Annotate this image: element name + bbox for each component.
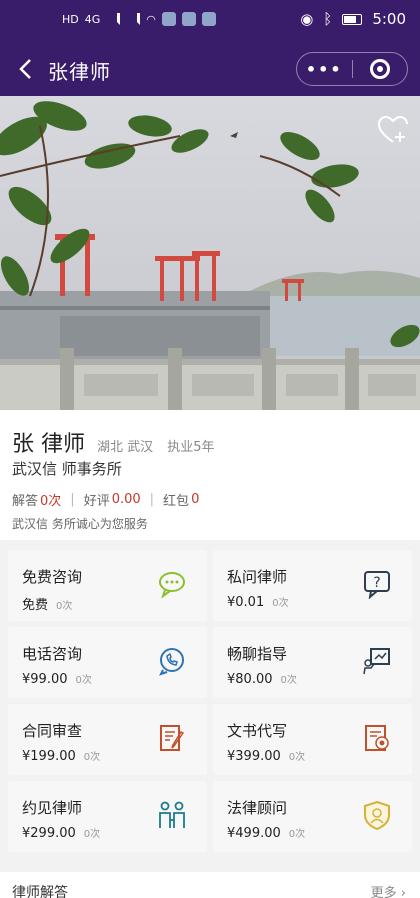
guidance-board-icon (363, 648, 390, 675)
service-title: 法律顾问 (227, 799, 288, 817)
location: 湖北 武汉 (97, 440, 154, 455)
service-price: ¥0.01 0次 (227, 594, 289, 610)
rating-value: 0.00 (111, 492, 141, 507)
service-title: 约见律师 (22, 799, 83, 817)
rating-label: 好评 (83, 494, 110, 509)
service-price: ¥399.00 0次 (227, 748, 305, 764)
hd-label: HD (62, 12, 79, 26)
signal-icon (126, 13, 141, 25)
service-count: 0次 (280, 675, 297, 686)
mini-program-capsule: ••• (296, 52, 408, 86)
price-value: ¥499.00 (227, 826, 281, 841)
service-price: ¥199.00 0次 (22, 748, 100, 764)
service-card-contract-review[interactable]: 合同审查 ¥199.00 0次 (8, 704, 207, 775)
add-favorite-heart-icon[interactable] (376, 114, 410, 148)
service-title: 免费咨询 (22, 568, 83, 586)
more-answers-link[interactable]: 更多 › (371, 882, 406, 898)
service-price: ¥80.00 0次 (227, 671, 297, 687)
price-value: ¥99.00 (22, 672, 68, 687)
service-grid: 免费咨询 免费 0次 私问律师 ¥0.01 0次 ? 电话咨询 ¥99.00 0次 畅… (0, 544, 420, 862)
service-title: 文书代写 (227, 722, 288, 740)
service-count: 0次 (288, 752, 306, 763)
price-value: ¥399.00 (227, 749, 281, 764)
price-value: ¥199.00 (22, 749, 76, 764)
lawyer-answers-section: 律师解答 更多 › (0, 872, 420, 898)
price-value: ¥299.00 (22, 826, 76, 841)
service-price: ¥99.00 0次 (22, 671, 92, 687)
service-price: 免费 0次 (22, 594, 72, 613)
status-time: 5:00 (372, 10, 406, 28)
net-type-label: 4G (84, 12, 101, 26)
question-bubble-icon: ? (364, 571, 390, 599)
wifi-icon: ◠ (146, 12, 156, 26)
service-price: ¥299.00 0次 (22, 825, 100, 841)
app-notification-icon (161, 12, 176, 26)
chat-bubble-icon (159, 572, 185, 599)
status-bar: HD 4G ◠ ◉ ᛒ 5:00 (0, 0, 420, 44)
price-value: ¥80.00 (227, 672, 273, 687)
more-button[interactable]: ••• (297, 60, 352, 79)
answers-label: 解答 (12, 494, 39, 509)
lawyer-slogan: 武汉信 务所诚心为您服务 (12, 517, 148, 531)
lawyer-meta: 湖北 武汉 执业5年 (97, 436, 225, 455)
service-card-document-writing[interactable]: 文书代写 ¥399.00 0次 (213, 704, 412, 775)
service-card-private-ask[interactable]: 私问律师 ¥0.01 0次 ? (213, 550, 412, 621)
section-title: 律师解答 (12, 885, 68, 898)
meet-people-icon (159, 801, 185, 828)
service-count: 0次 (75, 675, 92, 686)
price-value: ¥0.01 (227, 595, 265, 610)
status-right: ◉ ᛒ 5:00 (300, 10, 406, 28)
shield-badge-icon (364, 800, 390, 830)
lawyer-stats: 解答 0次 | 好评 0.00 | 红包 0 (12, 490, 199, 509)
service-card-free-consult[interactable]: 免费咨询 免费 0次 (8, 550, 207, 621)
eye-icon: ◉ (300, 10, 314, 28)
contract-pen-icon (160, 725, 185, 751)
service-price: ¥499.00 0次 (227, 825, 305, 841)
close-ring-icon (369, 59, 390, 79)
app-notification-icon (181, 12, 196, 26)
stats-divider: | (70, 492, 75, 507)
service-card-meet-lawyer[interactable]: 约见律师 ¥299.00 0次 (8, 781, 207, 852)
service-title: 合同审查 (22, 722, 83, 740)
phone-bubble-icon (159, 648, 184, 676)
service-count: 0次 (272, 598, 289, 609)
service-card-phone-consult[interactable]: 电话咨询 ¥99.00 0次 (8, 627, 207, 698)
price-value: 免费 (22, 598, 49, 613)
service-count: 0次 (83, 752, 101, 763)
status-left: HD 4G ◠ (62, 12, 216, 26)
service-card-chat-guidance[interactable]: 畅聊指导 ¥80.00 0次 (213, 627, 412, 698)
law-firm: 武汉信 师事务所 (12, 460, 122, 478)
page-title: 张律师 (48, 60, 111, 84)
nav-bar: 张律师 ••• (0, 44, 420, 96)
lawyer-name: 张 律师 (12, 432, 85, 457)
service-count: 0次 (56, 601, 73, 612)
service-title: 电话咨询 (22, 645, 83, 663)
name-row: 张 律师 湖北 武汉 执业5年 (12, 426, 225, 458)
signal-icon (106, 13, 121, 25)
stats-divider: | (149, 492, 155, 507)
service-title: 私问律师 (227, 568, 288, 586)
svg-text:?: ? (373, 575, 380, 591)
hero-image (0, 96, 420, 410)
chevron-left-icon (19, 59, 31, 79)
app-notification-icon (201, 12, 216, 26)
back-button[interactable] (10, 54, 40, 84)
bluetooth-icon: ᛒ (323, 10, 333, 28)
document-seal-icon (365, 725, 389, 751)
close-button[interactable] (352, 59, 407, 79)
service-count: 0次 (288, 829, 306, 840)
lawyer-profile: 张 律师 湖北 武汉 执业5年 武汉信 师事务所 解答 0次 | 好评 0.00… (0, 410, 420, 540)
red-packet-value: 0 (191, 492, 200, 507)
dam-landscape-image (0, 96, 420, 410)
service-count: 0次 (83, 829, 101, 840)
experience: 执业5年 (167, 440, 215, 455)
service-card-legal-advisor[interactable]: 法律顾问 ¥499.00 0次 (213, 781, 412, 852)
service-title: 畅聊指导 (227, 645, 288, 663)
battery-icon (342, 13, 363, 25)
red-packet-label: 红包 (163, 494, 190, 509)
answers-value: 0次 (40, 494, 62, 509)
